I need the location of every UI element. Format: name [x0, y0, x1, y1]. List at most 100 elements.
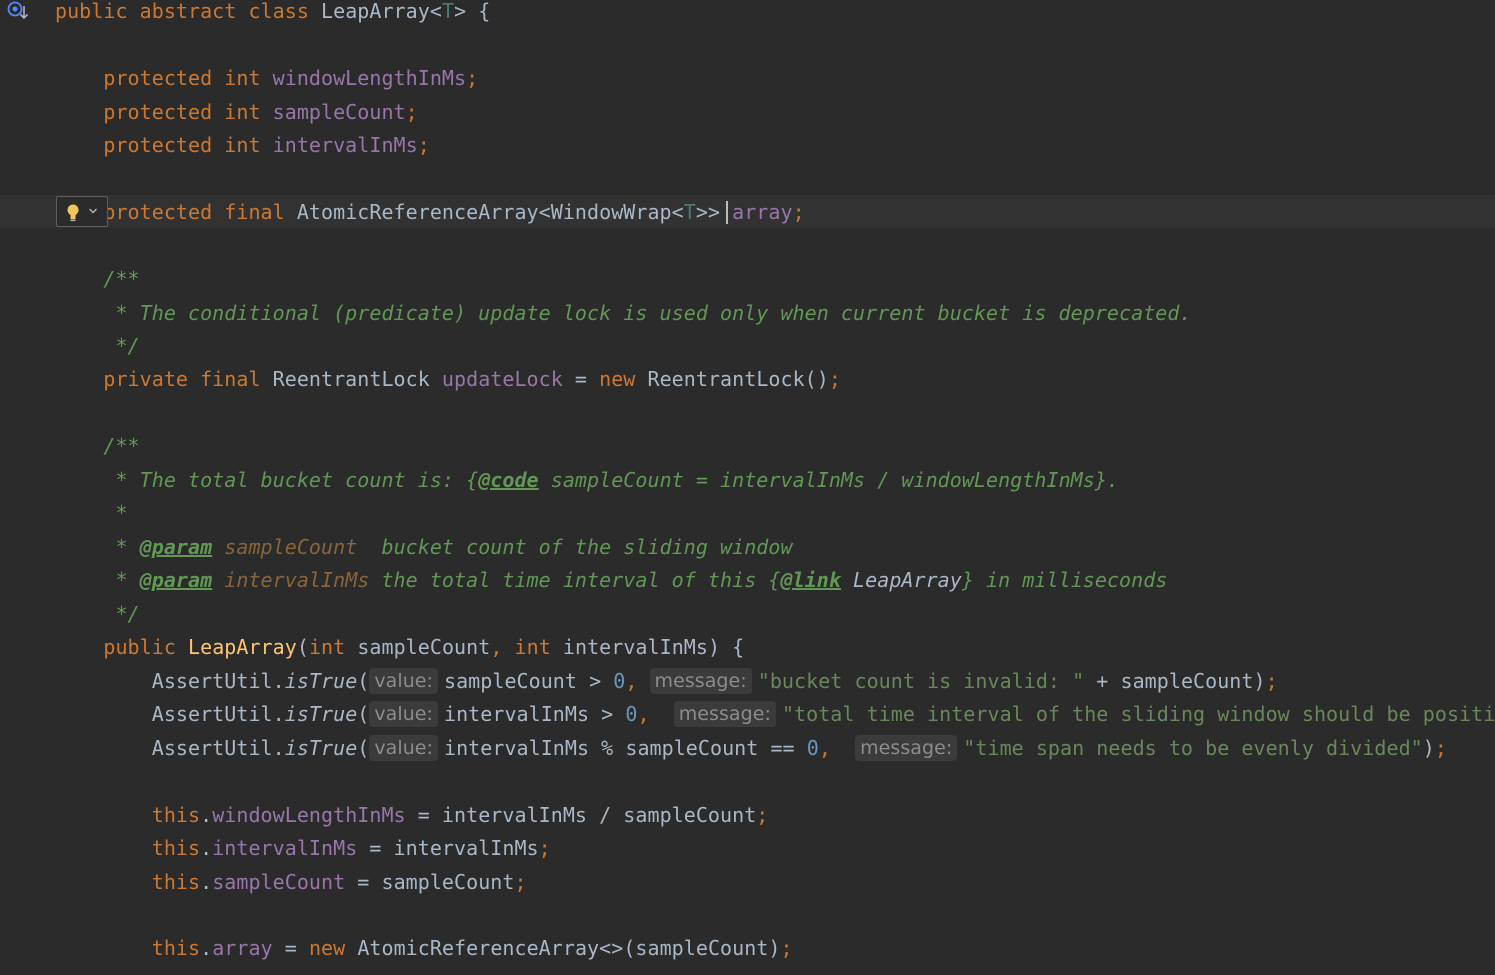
code-line[interactable]: * @param sampleCount bucket count of the… [55, 530, 793, 564]
link-reference-token[interactable]: LeapArray [853, 568, 962, 592]
keyword-token[interactable]: this [55, 936, 200, 960]
code-line[interactable]: this.sampleCount = sampleCount; [55, 865, 527, 899]
keyword-token[interactable]: private final [55, 367, 273, 391]
code-line[interactable]: */ [55, 329, 140, 363]
implementations-icon[interactable] [6, 0, 32, 24]
code-token[interactable]: ReentrantLock() [648, 367, 829, 391]
code-token[interactable]: < [430, 0, 442, 23]
code-token[interactable]: . [200, 836, 212, 860]
keyword-token[interactable]: new [309, 936, 357, 960]
keyword-token[interactable]: protected int [55, 133, 273, 157]
field-token[interactable]: array [732, 200, 792, 224]
keyword-token[interactable]: int [309, 635, 357, 659]
field-token[interactable]: windowLengthInMs [273, 66, 466, 90]
code-line[interactable]: /** [55, 262, 140, 296]
field-token[interactable]: updateLock [442, 367, 563, 391]
keyword-token[interactable]: ; [756, 803, 768, 827]
keyword-token[interactable]: ; [466, 66, 478, 90]
keyword-token[interactable]: ; [539, 836, 551, 860]
param-name-token[interactable]: sampleCount [224, 535, 357, 559]
code-token[interactable]: intervalInMs % sampleCount == [444, 736, 807, 760]
code-line[interactable]: protected final AtomicReferenceArray<Win… [55, 195, 805, 229]
code-token[interactable]: sampleCount > [444, 669, 613, 693]
keyword-token[interactable]: , [490, 635, 514, 659]
string-literal-token[interactable]: "bucket count is invalid: " [758, 669, 1084, 693]
string-literal-token[interactable]: "time span needs to be evenly divided" [963, 736, 1422, 760]
comment-token[interactable]: sampleCount = intervalInMs / windowLengt… [539, 468, 1119, 492]
number-literal-token[interactable]: 0 [613, 669, 625, 693]
keyword-token[interactable]: this [55, 836, 200, 860]
keyword-token[interactable]: , [625, 669, 649, 693]
comment-token[interactable]: */ [55, 602, 140, 626]
comment-token[interactable] [212, 568, 224, 592]
code-line[interactable]: AssertUtil.isTrue(value: sampleCount > 0,… [55, 664, 1278, 698]
static-method-token[interactable]: isTrue [285, 669, 358, 693]
code-token[interactable]: AssertUtil. [55, 669, 285, 693]
field-token[interactable]: sampleCount [212, 870, 345, 894]
comment-token[interactable]: bucket count of the sliding window [357, 535, 792, 559]
code-token[interactable]: . [200, 870, 212, 894]
code-token[interactable]: = intervalInMs / sampleCount [406, 803, 757, 827]
code-line[interactable]: * The total bucket count is: {@code samp… [55, 463, 1119, 497]
code-token[interactable]: = [273, 936, 309, 960]
comment-token[interactable]: the total time interval of this { [369, 568, 780, 592]
keyword-token[interactable]: ; [829, 367, 841, 391]
field-token[interactable]: sampleCount [273, 100, 406, 124]
keyword-token[interactable]: ; [1266, 669, 1278, 693]
code-token[interactable]: = intervalInMs [357, 836, 538, 860]
code-token[interactable]: ReentrantLock [273, 367, 442, 391]
code-line[interactable]: AssertUtil.isTrue(value: intervalInMs > 0… [55, 697, 1495, 731]
comment-token[interactable] [212, 535, 224, 559]
comment-token[interactable]: * [55, 535, 140, 559]
javadoc-tag-token[interactable]: @param [140, 535, 213, 559]
code-token[interactable]: ( [357, 702, 369, 726]
field-token[interactable]: intervalInMs [273, 133, 418, 157]
code-token[interactable]: intervalInMs) { [563, 635, 744, 659]
code-token[interactable]: AtomicReferenceArray<>(sampleCount) [357, 936, 780, 960]
code-line[interactable]: public abstract class LeapArray<T> { [55, 0, 490, 28]
comment-token[interactable]: * The conditional (predicate) update loc… [55, 301, 1192, 325]
keyword-token[interactable]: , [637, 702, 673, 726]
code-token[interactable]: intervalInMs > [444, 702, 625, 726]
intention-actions-button[interactable] [56, 196, 108, 227]
code-token[interactable]: LeapArray [321, 0, 430, 23]
keyword-token[interactable]: this [55, 870, 200, 894]
code-token[interactable]: ( [357, 736, 369, 760]
code-token[interactable]: ( [297, 635, 309, 659]
code-token[interactable]: sampleCount [357, 635, 490, 659]
field-token[interactable]: intervalInMs [212, 836, 357, 860]
keyword-token[interactable]: protected int [55, 100, 273, 124]
code-token[interactable]: AssertUtil. [55, 702, 285, 726]
keyword-token[interactable]: this [55, 803, 200, 827]
type-parameter-token[interactable]: T [684, 200, 696, 224]
comment-token[interactable]: /** [55, 267, 140, 291]
javadoc-tag-token[interactable]: @param [140, 568, 213, 592]
number-literal-token[interactable]: 0 [625, 702, 637, 726]
keyword-token[interactable]: ; [514, 870, 526, 894]
static-method-token[interactable]: isTrue [285, 702, 358, 726]
code-line[interactable]: this.array = new AtomicReferenceArray<>(… [55, 931, 793, 965]
param-name-token[interactable]: intervalInMs [224, 568, 369, 592]
comment-token[interactable]: /** [55, 434, 140, 458]
code-token[interactable]: . [200, 803, 212, 827]
keyword-token[interactable]: ; [793, 200, 805, 224]
keyword-token[interactable]: ; [406, 100, 418, 124]
string-literal-token[interactable]: "total time interval of the sliding wind… [782, 702, 1495, 726]
code-line[interactable]: * @param intervalInMs the total time int… [55, 563, 1167, 597]
code-token[interactable]: = sampleCount [345, 870, 514, 894]
keyword-token[interactable]: ; [1435, 736, 1447, 760]
number-literal-token[interactable]: 0 [807, 736, 819, 760]
code-editor[interactable]: public abstract class LeapArray<T> { pro… [0, 0, 1495, 975]
code-line[interactable]: public LeapArray(int sampleCount, int in… [55, 630, 744, 664]
comment-token[interactable]: * [55, 568, 140, 592]
code-token[interactable]: ) [1423, 736, 1435, 760]
field-token[interactable]: array [212, 936, 272, 960]
keyword-token[interactable]: public abstract class [55, 0, 321, 23]
field-token[interactable]: windowLengthInMs [212, 803, 405, 827]
keyword-token[interactable]: public [55, 635, 188, 659]
code-line[interactable]: */ [55, 597, 140, 631]
code-line[interactable]: this.intervalInMs = intervalInMs; [55, 831, 551, 865]
comment-token[interactable]: * [55, 501, 128, 525]
code-line[interactable]: protected int sampleCount; [55, 95, 418, 129]
code-token[interactable]: AtomicReferenceArray<WindowWrap< [297, 200, 684, 224]
